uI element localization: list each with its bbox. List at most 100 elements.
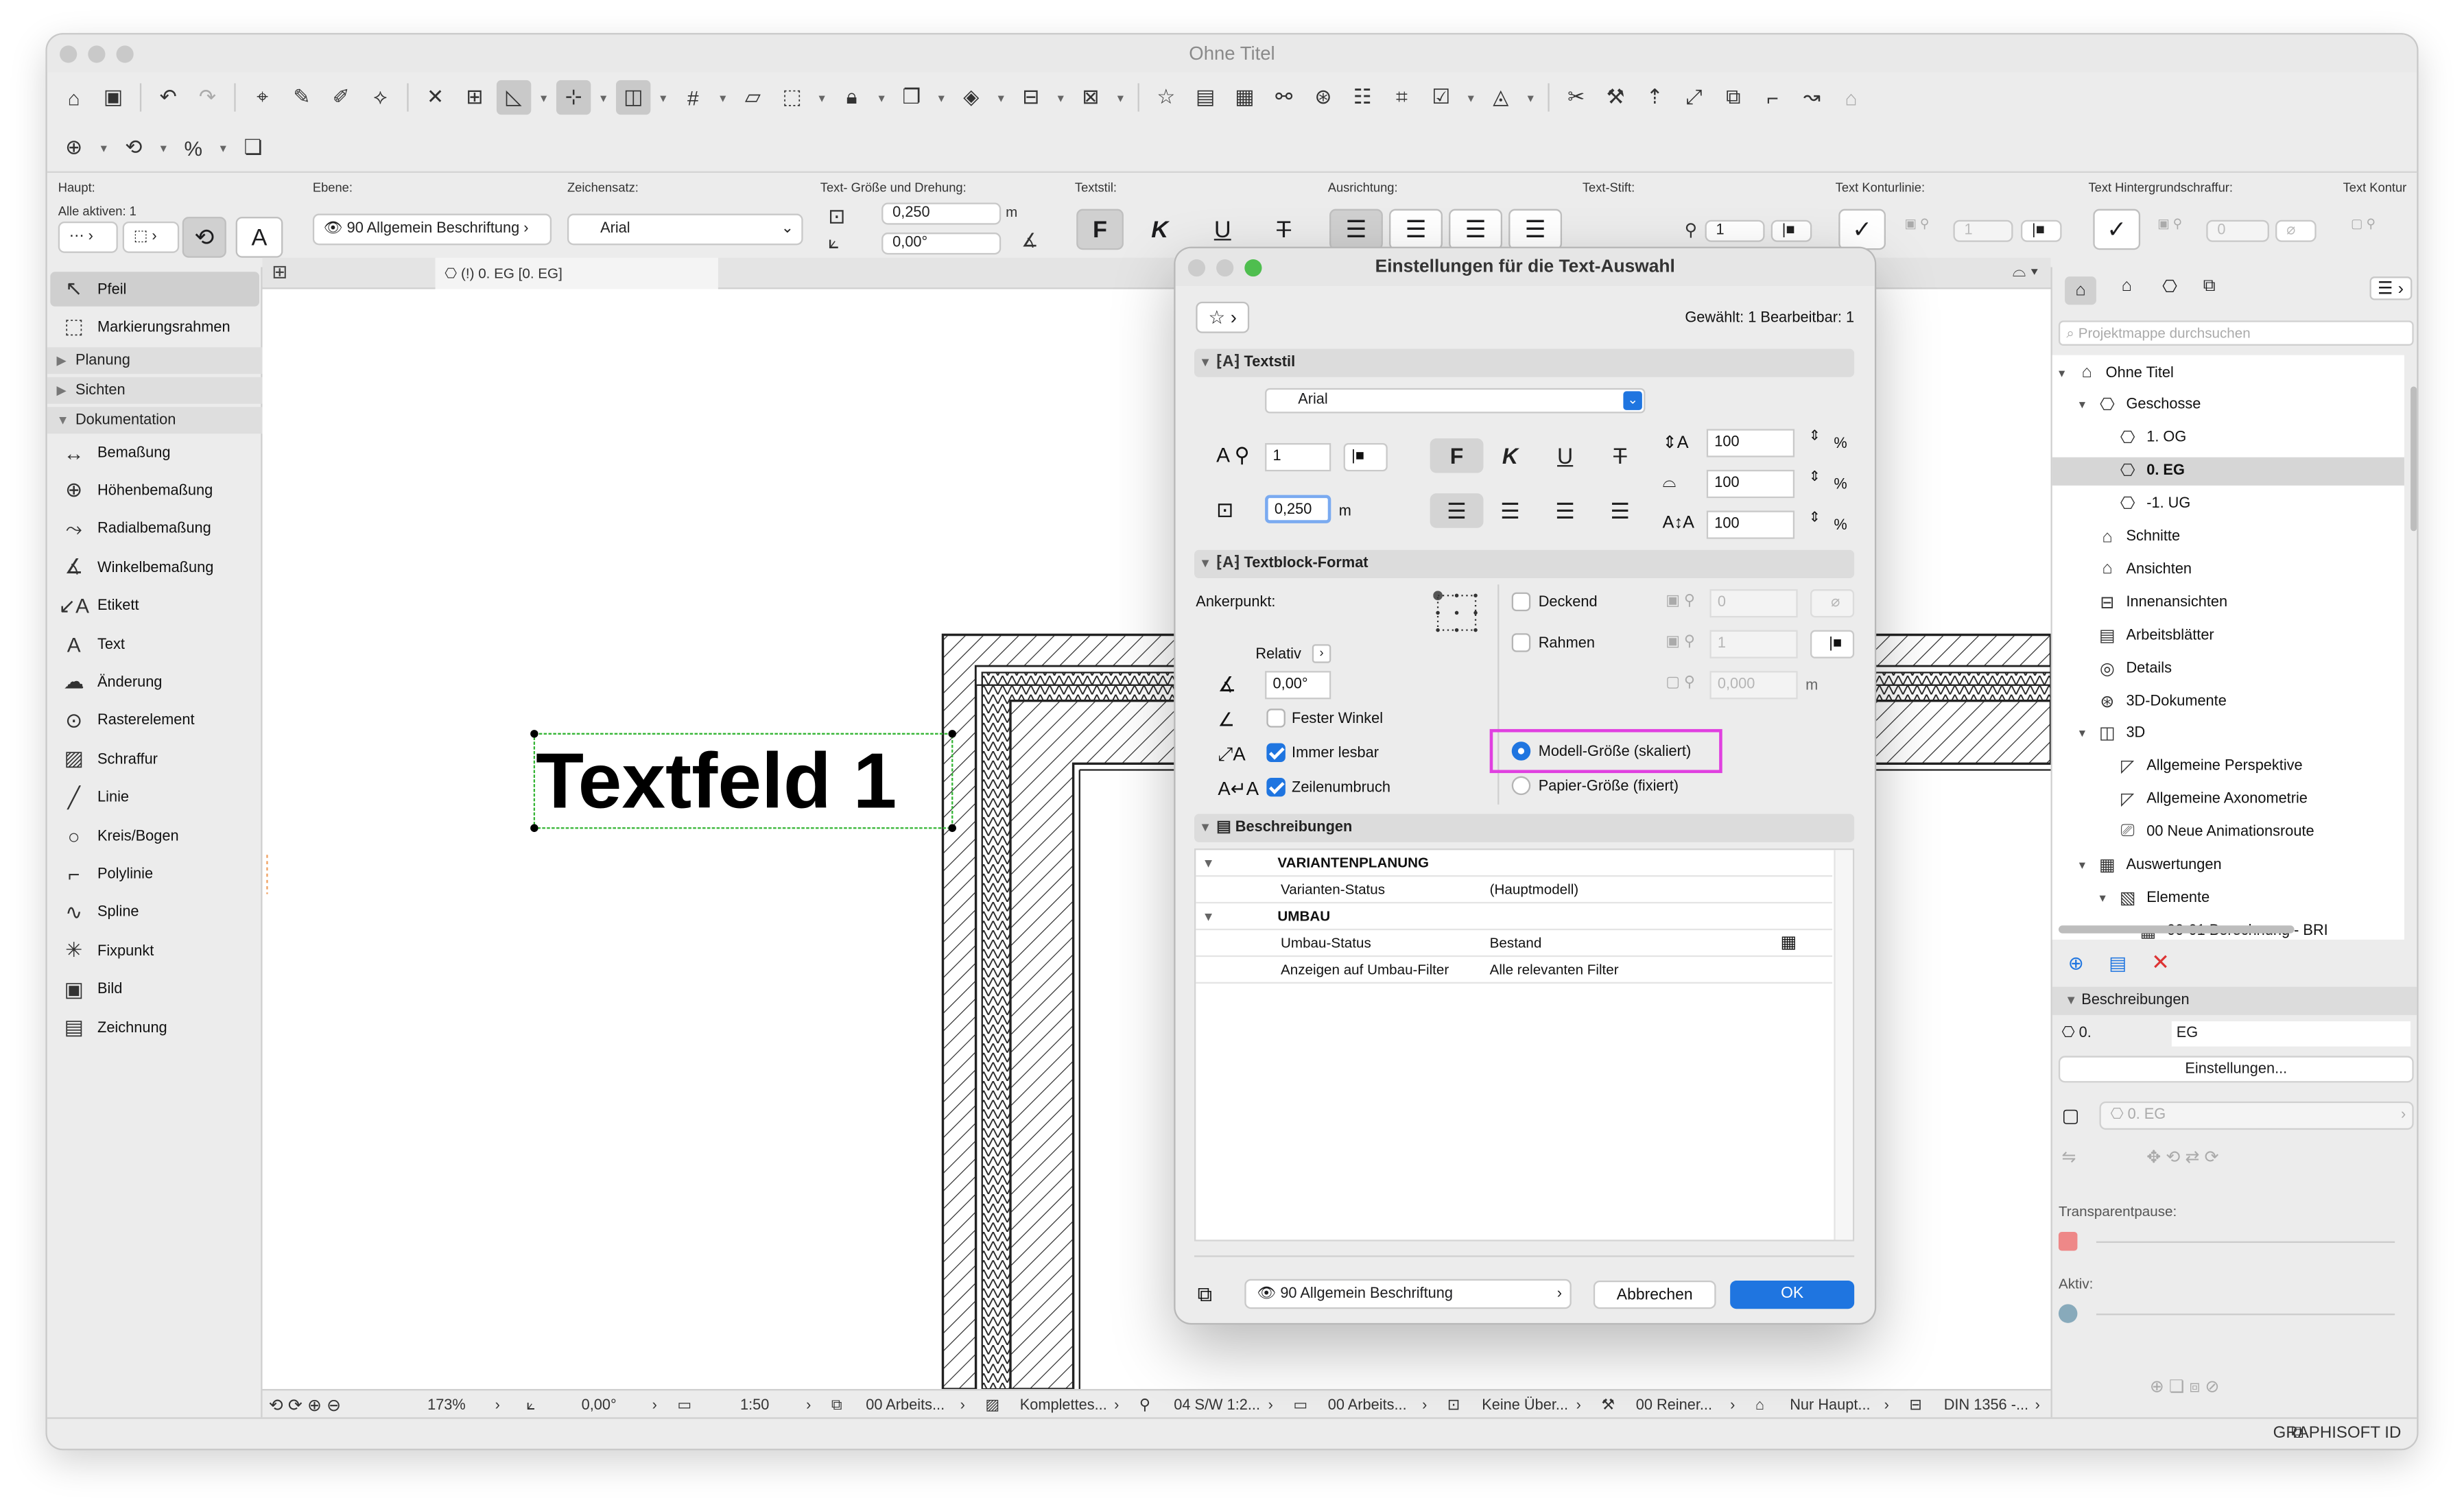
underline-button[interactable]: U [1539,438,1592,473]
save-icon[interactable]: ▣ [96,80,130,115]
table-row[interactable]: Anzeigen auf Umbau-Filter Alle relevanten… [1196,957,1833,984]
tool-hotspot[interactable]: ✳ Fixpunkt [50,934,259,968]
minimize-window-button[interactable] [88,45,106,63]
undo-icon[interactable]: ↶ [151,80,185,115]
tag-icon[interactable]: ⌗ [1384,80,1419,115]
fill-empty-swatch[interactable]: ⌀ [1810,589,1855,618]
measure-icon[interactable]: ⊞ [458,80,492,115]
align-justify-icon[interactable]: ☰ [1594,493,1647,527]
triangle-icon[interactable]: ◬ [1484,80,1518,115]
align-right-icon[interactable]: ☰ [1449,209,1503,250]
tree-item[interactable]: ◸ Allgemeine Perspektive [2100,752,2303,781]
story-name-field[interactable]: EG [2171,1021,2411,1047]
chevron-down-icon[interactable]: ▾ [595,80,611,115]
trace-tools-icon[interactable]: ⊕ ❏ ⧈ ⊘ [2150,1377,2220,1399]
table-scrollbar[interactable] [1834,850,1853,1240]
table-row[interactable]: Varianten-Status (Hauptmodell) [1196,877,1833,904]
percent-icon[interactable]: % [176,130,211,165]
issue-icon[interactable]: ⊛ [1306,80,1340,115]
scissors-icon[interactable]: ✂ [1559,80,1593,115]
pen-color-swatch[interactable]: |■ [1343,443,1388,472]
layers-icon[interactable]: ❐ [894,80,928,115]
tree-item[interactable]: ⊛ 3D-Dokumente [2079,687,2226,715]
angle-icon[interactable]: ∡ [1021,229,1039,251]
align-right-icon[interactable]: ☰ [1539,493,1592,527]
fillet-icon[interactable]: ⌐ [1755,80,1790,115]
view-toggle-icon[interactable]: ▢ [2062,1104,2080,1126]
selection-dropdown[interactable]: ⋯ › [58,222,118,253]
split-icon[interactable]: ⧉ [1716,80,1751,115]
tool-fill[interactable]: ▨ Schraffur [50,742,259,776]
tool-spline[interactable]: ∿ Spline [50,895,259,929]
section-planung[interactable]: ▶ Planung [47,347,263,375]
favorites-button[interactable]: ☆ › [1196,301,1250,333]
width-factor-input[interactable]: 100 [1706,429,1795,458]
underline-button[interactable]: U [1199,209,1246,250]
tool-radial-dimension[interactable]: ⤳ Radialbemaßung [50,512,259,546]
strikethrough-button[interactable]: T [1260,209,1307,250]
trace-view-dropdown[interactable]: ⎔ 0. EG › [2099,1101,2414,1130]
chevron-down-icon[interactable]: ▾ [1053,80,1069,115]
copy-icon[interactable]: ❏ [236,130,270,165]
relativ-chevron-icon[interactable]: › [1312,644,1331,663]
star-icon[interactable]: ☆ [1149,80,1183,115]
tree-item[interactable]: ▤ Arbeitsblätter [2079,621,2214,649]
check-icon[interactable]: ☑ [1423,80,1458,115]
dialog-close-button[interactable] [1187,259,1206,277]
guide-icon[interactable]: ◫ [615,80,651,115]
tab-floor-plan[interactable]: ⎔ (!) 0. EG [0. EG] [435,257,718,289]
disclosure-icon[interactable]: ▾ [2059,366,2074,380]
link-icon[interactable]: ⚯ [1266,80,1301,115]
zeilenumbruch-checkbox[interactable] [1266,777,1286,797]
outline-toggle-icon[interactable]: ✓ [1838,209,1886,250]
curve-icon[interactable]: ↝ [1794,80,1829,115]
chevron-down-icon[interactable]: ▾ [156,130,171,165]
text-field-element[interactable]: Textfeld 1 [536,734,897,828]
tree-item[interactable]: ⎔ -1. UG [2100,490,2191,518]
pick-up-icon[interactable]: ⟲ [182,217,226,258]
view-settings-icon[interactable]: ⌓ ▾ [2013,263,2039,283]
disclosure-icon[interactable]: ▾ [2100,891,2116,905]
section-textstil[interactable]: ▼ ⁅A⁆ Textstil [1194,348,1855,377]
tree-item[interactable]: ⊟ Innenansichten [2079,588,2227,616]
properties-icon[interactable]: ▤ [2109,952,2127,974]
distribute-icon[interactable]: ⊠ [1074,80,1108,115]
cancel-button[interactable]: Abbrechen [1593,1281,1716,1309]
group-icon[interactable]: ⬚ [774,80,809,115]
bold-button[interactable]: F [1430,438,1484,473]
menu-icon[interactable]: ☰ › [2369,276,2412,300]
italic-button[interactable]: K [1484,438,1537,473]
ok-button[interactable]: OK [1730,1281,1855,1309]
view-map-icon[interactable]: ⌂ [2122,276,2132,295]
trace-color-swatch[interactable] [2058,1231,2078,1251]
outline-pen-input[interactable]: 1 [1953,219,2013,242]
close-window-button[interactable] [60,45,78,63]
home-icon[interactable]: ⌂ [56,80,91,115]
spacing-input[interactable]: 100 [1706,469,1795,499]
trace-slider[interactable] [2096,1241,2395,1244]
dialog-zoom-button[interactable] [1244,259,1262,277]
frame-color-swatch[interactable]: |■ [1810,630,1855,658]
chevron-down-icon[interactable]: ▾ [215,130,231,165]
tool-drawing[interactable]: ▤ Zeichnung [50,1010,259,1045]
active-slider[interactable] [2096,1314,2395,1316]
line-spacing-stepper[interactable]: ⇕ [1809,509,1821,526]
text-pen-input[interactable]: 1 [1265,443,1331,472]
chevron-down-icon[interactable]: ▾ [874,80,890,115]
tool-line[interactable]: ╱ Linie [50,781,259,815]
document-icon[interactable]: ▤ [1188,80,1222,115]
rotation-input[interactable]: 0,00° [881,233,1002,255]
trace-move-icon[interactable]: ✥ ⟲ ⇄ ⟳ [2146,1147,2218,1167]
chevron-down-icon[interactable]: ▾ [934,80,949,115]
italic-button[interactable]: K [1136,209,1183,250]
font-select[interactable]: Arial ⌄ [1265,388,1646,414]
eyedropper-icon[interactable]: ✎ [285,80,319,115]
tree-item[interactable]: ⎔ 1. OG [2100,424,2187,452]
table-row[interactable]: Umbau-Status Bestand ▦ [1196,930,1833,958]
chevron-down-icon[interactable]: ▾ [715,80,731,115]
chevron-down-icon[interactable]: ▾ [96,130,112,165]
papier-groesse-radio[interactable] [1511,776,1531,796]
section-textblock-format[interactable]: ▼ ⁅A⁆ Textblock-Format [1194,549,1855,579]
tree-item[interactable]: ⌂ Schnitte [2079,523,2180,551]
gravity-icon[interactable]: ◺ [496,80,532,115]
